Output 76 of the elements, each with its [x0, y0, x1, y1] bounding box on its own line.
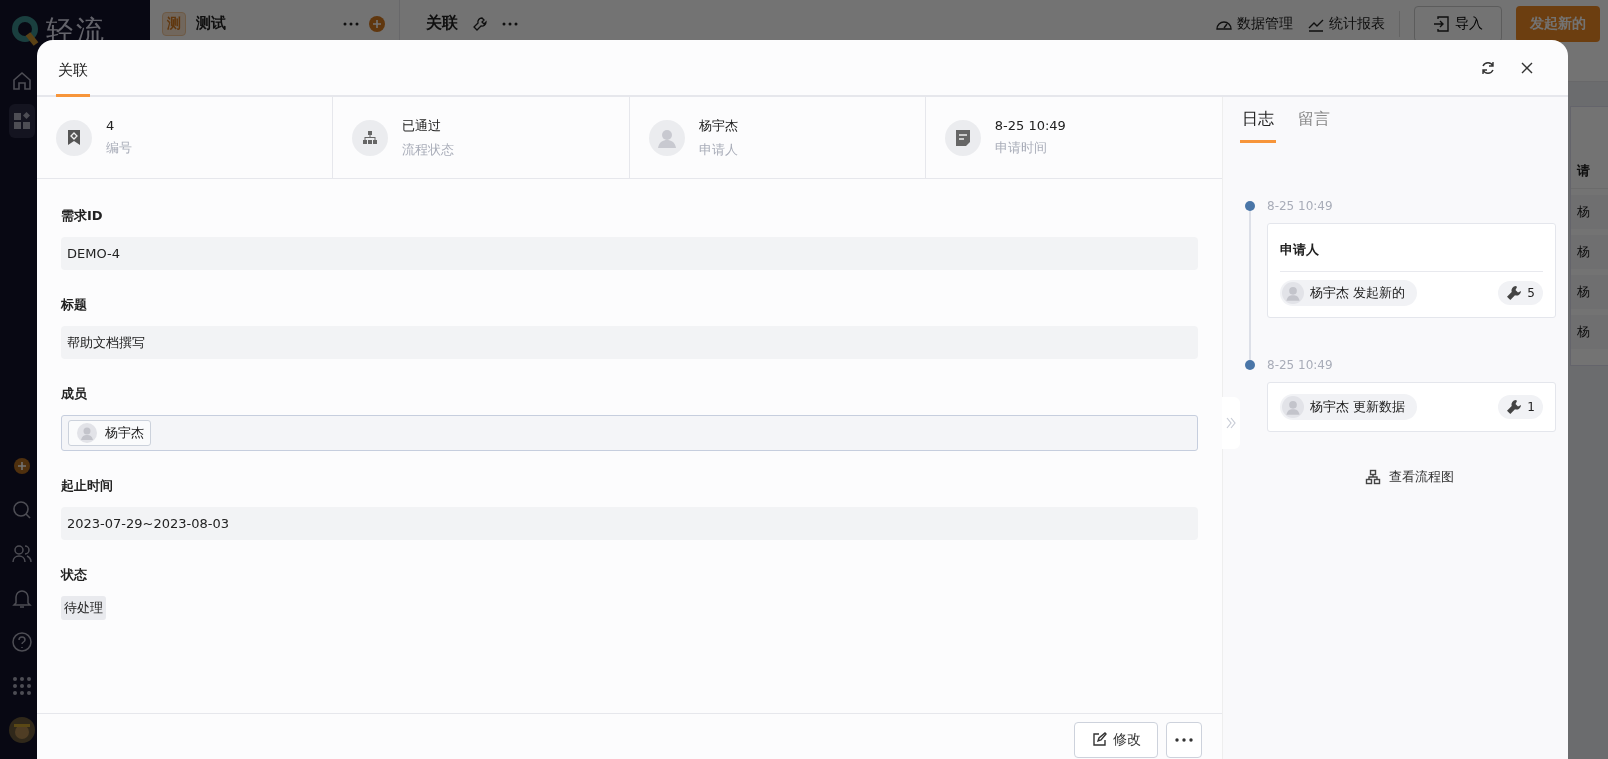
- bookmark-icon: [56, 119, 92, 156]
- summary-value: 杨宇杰: [698, 116, 738, 135]
- more-icon[interactable]: [343, 21, 359, 26]
- nav-item[interactable]: [9, 104, 35, 138]
- edit-button[interactable]: 修改: [1074, 721, 1158, 758]
- field-label: 需求ID: [61, 207, 104, 225]
- table-cell: 杨: [1571, 275, 1608, 309]
- avatar-icon[interactable]: [9, 717, 35, 743]
- summary-label: 编号: [106, 139, 132, 157]
- summary-label: 申请人: [698, 140, 738, 159]
- more-button[interactable]: [1166, 721, 1202, 758]
- more-icon[interactable]: [502, 21, 518, 26]
- timeline-dot: [1245, 360, 1255, 370]
- field-label: 成员: [61, 385, 88, 403]
- log-time: 8-25 10:49: [1267, 199, 1333, 213]
- wrench-icon[interactable]: [472, 15, 488, 32]
- import-button[interactable]: 导入: [1414, 5, 1502, 42]
- table-cell: 杨: [1571, 235, 1608, 269]
- summary-value: 4: [106, 118, 116, 133]
- refresh-icon[interactable]: [1480, 59, 1496, 76]
- users-icon[interactable]: [11, 543, 33, 565]
- collapse-handle[interactable]: [1222, 397, 1240, 449]
- toolbar-link[interactable]: 数据管理: [1215, 14, 1293, 33]
- summary-value: 已通过: [402, 116, 443, 135]
- table-cell: 杨: [1571, 195, 1608, 229]
- field-value: DEMO-4: [61, 237, 1198, 270]
- avatar-icon: [1282, 396, 1304, 418]
- import-icon: [1433, 15, 1449, 32]
- search-icon[interactable]: [11, 499, 33, 521]
- summary-label: 申请时间: [994, 139, 1048, 157]
- tab[interactable]: 留言: [1296, 109, 1332, 143]
- grid-icon[interactable]: [11, 675, 33, 697]
- org-chart-icon: [1364, 469, 1381, 485]
- field-label: 标题: [61, 296, 88, 314]
- field-label: 状态: [61, 566, 88, 584]
- log-title: 申请人: [1280, 235, 1543, 272]
- edit-icon: [1091, 731, 1107, 748]
- add-icon[interactable]: [369, 15, 385, 32]
- close-icon[interactable]: [1520, 60, 1534, 75]
- field-value: 2023-07-29~2023-08-03: [61, 507, 1198, 540]
- tab[interactable]: 日志: [1240, 109, 1276, 143]
- log-time: 8-25 10:49: [1267, 358, 1333, 372]
- timeline-dot: [1245, 201, 1255, 211]
- avatar-icon: [77, 423, 97, 443]
- toolbar-link[interactable]: 统计报表: [1307, 14, 1385, 33]
- help-icon[interactable]: [11, 631, 33, 653]
- avatar-icon: [1282, 282, 1304, 304]
- org-chart-icon: [352, 119, 389, 156]
- status-tag: 待处理: [61, 596, 106, 620]
- summary-label: 流程状态: [402, 140, 455, 159]
- tab[interactable]: 关联: [56, 61, 90, 97]
- logo-icon: [12, 16, 40, 46]
- workspace-name: 测试: [196, 14, 226, 33]
- actor-text: 杨宇杰 发起新的: [1310, 284, 1406, 302]
- person-icon: [648, 119, 685, 156]
- bell-icon[interactable]: [11, 587, 33, 609]
- field-value: 帮助文档撰写: [61, 326, 1198, 359]
- page-title: 关联: [426, 13, 458, 34]
- summary-value: 8-25 10:49: [994, 118, 1066, 133]
- member-field[interactable]: 杨宇杰: [61, 415, 1198, 451]
- add-icon[interactable]: [11, 455, 33, 477]
- note-icon: [944, 119, 981, 156]
- member-name: 杨宇杰: [105, 424, 144, 442]
- field-label: 起止时间: [61, 477, 114, 495]
- wrench-icon: [1506, 399, 1523, 415]
- column-header: 请: [1571, 153, 1608, 189]
- table-cell: 杨: [1571, 315, 1608, 349]
- flowchart-link[interactable]: 查看流程图: [1262, 468, 1556, 486]
- count-text: 1: [1527, 400, 1535, 414]
- home-icon: [11, 70, 33, 92]
- more-icon: [1175, 737, 1193, 742]
- actor-text: 杨宇杰 更新数据: [1310, 398, 1406, 416]
- count-text: 5: [1527, 286, 1535, 300]
- workspace-badge: 测: [162, 11, 186, 36]
- apps-icon: [11, 110, 33, 132]
- wrench-icon: [1506, 285, 1523, 301]
